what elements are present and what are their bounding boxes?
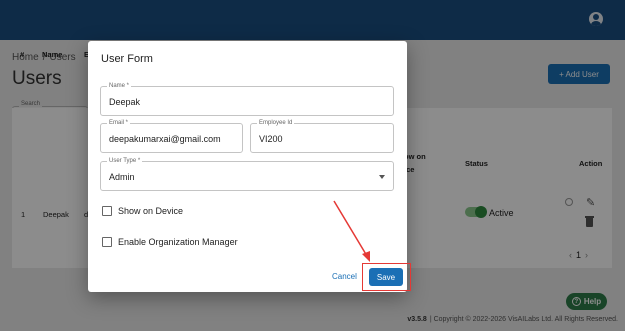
annotation-arrow-line — [333, 200, 368, 257]
annotation-arrow-head — [362, 251, 370, 262]
annotation-arrow — [333, 200, 370, 262]
